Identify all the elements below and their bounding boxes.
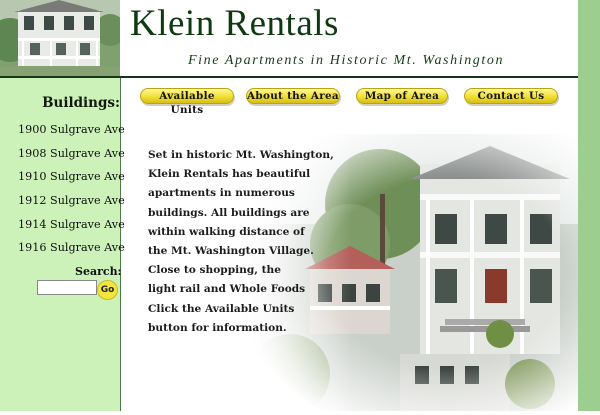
search-input[interactable]: [37, 280, 97, 295]
nav-about-area-button[interactable]: About the Area: [246, 88, 340, 104]
intro-line: light rail and Whole Foods: [148, 283, 306, 296]
right-border-stripe: [578, 0, 600, 411]
sidebar-item-1916-sulgrave[interactable]: 1916 Sulgrave Ave: [18, 241, 125, 254]
nav-available-units-button[interactable]: Available Units: [140, 88, 234, 116]
intro-line: buildings. All buildings are: [148, 206, 310, 219]
sidebar-item-1912-sulgrave[interactable]: 1912 Sulgrave Ave: [18, 194, 125, 207]
sidebar-item-1910-sulgrave[interactable]: 1910 Sulgrave Ave: [18, 170, 125, 183]
sidebar-heading: Buildings:: [42, 95, 120, 111]
intro-line: Klein Rentals has beautiful: [148, 168, 311, 181]
intro-line: Click the Available Units: [148, 302, 295, 315]
sidebar-item-1908-sulgrave[interactable]: 1908 Sulgrave Ave: [18, 147, 125, 160]
search-label: Search:: [75, 265, 122, 278]
nav-map-of-area-button[interactable]: Map of Area: [356, 88, 448, 104]
header-house-photo: [0, 0, 120, 76]
sidebar-item-1900-sulgrave[interactable]: 1900 Sulgrave Ave: [18, 123, 125, 136]
search-go-button[interactable]: Go: [97, 280, 118, 300]
intro-line: Set in historic Mt. Washington,: [148, 149, 334, 161]
intro-line: the Mt. Washington Village.: [148, 245, 314, 258]
intro-line: within walking distance of: [148, 225, 305, 238]
intro-paragraph: Set in historic Mt. Washington, Klein Re…: [148, 146, 338, 338]
sidebar-item-1914-sulgrave[interactable]: 1914 Sulgrave Ave: [18, 218, 125, 231]
sidebar: Buildings: 1900 Sulgrave Ave 1908 Sulgra…: [0, 78, 125, 411]
intro-line: apartments in numerous: [148, 187, 295, 200]
intro-line: button for information.: [148, 321, 287, 334]
site-tagline: Fine Apartments in Historic Mt. Washingt…: [188, 53, 505, 68]
intro-line: Close to shopping, the: [148, 264, 281, 277]
nav-contact-us-button[interactable]: Contact Us: [464, 88, 558, 104]
site-title: Klein Rentals: [130, 3, 339, 44]
